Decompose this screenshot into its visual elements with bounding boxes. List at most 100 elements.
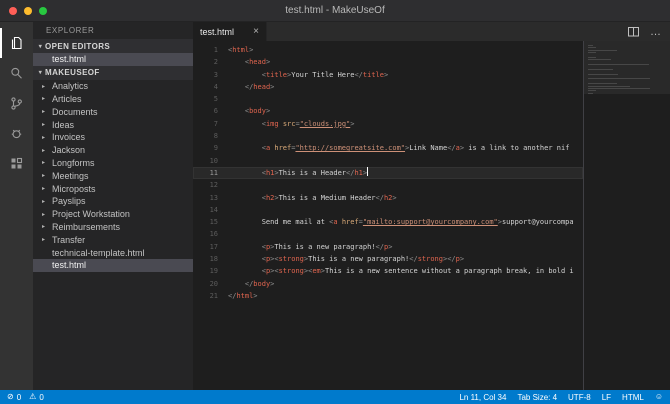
line-number: 16	[193, 228, 228, 240]
code-token: title	[266, 71, 287, 79]
section-label: MAKEUSEOF	[45, 68, 100, 77]
activity-bar-item-source-control[interactable]	[0, 88, 33, 118]
feedback-icon[interactable]: ☺	[655, 393, 663, 401]
code-token: This is a new paragraph!	[274, 243, 375, 251]
code-token: href	[342, 218, 359, 226]
item-label: Longforms	[52, 158, 95, 168]
code-text: <p><strong>This is a new paragraph!</str…	[228, 253, 464, 265]
code-line[interactable]: 9 <a href="http://somegreatsite.com">Lin…	[193, 142, 583, 154]
code-token	[228, 243, 262, 251]
activity-bar-item-debug[interactable]	[0, 118, 33, 148]
chevron-right-icon: ▸	[42, 147, 52, 154]
code-line[interactable]: 5	[193, 93, 583, 105]
tree-file[interactable]: technical-template.html	[33, 246, 193, 259]
debug-icon	[9, 126, 24, 141]
activity-bar-item-explorer[interactable]	[0, 28, 33, 58]
code-editor[interactable]: 1<html>2 <head>3 <title>Your Title Here<…	[193, 41, 583, 390]
tree-folder[interactable]: ▸Longforms	[33, 157, 193, 170]
section-header[interactable]: ▾MAKEUSEOF	[33, 66, 193, 80]
activity-bar-item-extensions[interactable]	[0, 148, 33, 178]
code-token: "clouds.jpg"	[300, 120, 351, 128]
indent-spacer	[42, 250, 52, 256]
code-line[interactable]: 3 <title>Your Title Here</title>	[193, 69, 583, 81]
tree-file[interactable]: test.html	[33, 259, 193, 272]
tree-file[interactable]: test.html	[33, 53, 193, 66]
warning-indicator[interactable]: ⚠ 0	[29, 393, 44, 402]
tree-folder[interactable]: ▸Articles	[33, 93, 193, 106]
code-token: src	[283, 120, 296, 128]
code-line[interactable]: 13 <h2>This is a Medium Header</h2>	[193, 192, 583, 204]
minimap-line	[588, 69, 613, 70]
item-label: Jackson	[52, 145, 85, 155]
code-line[interactable]: 11 <h1>This is a Header</h1>	[193, 167, 583, 179]
tree-folder[interactable]: ▸Payslips	[33, 195, 193, 208]
code-line[interactable]: 14	[193, 204, 583, 216]
code-text: </head>	[228, 81, 274, 93]
extensions-icon	[9, 156, 24, 171]
tree-folder[interactable]: ▸Meetings	[33, 169, 193, 182]
code-token: body	[249, 107, 266, 115]
minimize-button[interactable]	[24, 7, 32, 15]
code-token: body	[253, 280, 270, 288]
code-line[interactable]: 17 <p>This is a new paragraph!</p>	[193, 241, 583, 253]
code-line[interactable]: 15 Send me mail at <a href="mailto:suppo…	[193, 216, 583, 228]
line-number: 8	[193, 130, 228, 142]
code-line[interactable]: 2 <head>	[193, 56, 583, 68]
code-line[interactable]: 18 <p><strong>This is a new paragraph!</…	[193, 253, 583, 265]
tree-folder[interactable]: ▸Invoices	[33, 131, 193, 144]
more-actions-icon[interactable]: …	[650, 28, 661, 36]
status-item-encoding[interactable]: UTF-8	[568, 393, 591, 402]
code-line[interactable]: 4 </head>	[193, 81, 583, 93]
code-line[interactable]: 20 </body>	[193, 278, 583, 290]
code-token: >	[270, 83, 274, 91]
code-token: >	[388, 243, 392, 251]
item-label: Reimbursements	[52, 222, 120, 232]
split-editor-icon[interactable]	[627, 25, 640, 38]
code-line[interactable]: 12	[193, 179, 583, 191]
minimap[interactable]	[583, 41, 670, 390]
line-number: 20	[193, 278, 228, 290]
code-line[interactable]: 21</html>	[193, 290, 583, 302]
item-label: Analytics	[52, 81, 88, 91]
tab-test-html[interactable]: test.html ×	[193, 22, 267, 41]
code-token: strong	[279, 255, 304, 263]
code-text: <html>	[228, 44, 253, 56]
code-line[interactable]: 19 <p><strong><em>This is a new sentence…	[193, 265, 583, 277]
status-item-eol[interactable]: LF	[602, 393, 611, 402]
minimap-line	[588, 45, 593, 46]
chevron-down-icon: ▾	[36, 69, 45, 76]
status-right: Ln 11, Col 34 Tab Size: 4 UTF-8 LF HTML ☺	[459, 393, 663, 402]
zoom-button[interactable]	[39, 7, 47, 15]
code-line[interactable]: 7 <img src="clouds.jpg">	[193, 118, 583, 130]
window-controls	[0, 7, 47, 15]
chevron-down-icon: ▾	[36, 43, 45, 50]
code-line[interactable]: 16	[193, 228, 583, 240]
status-item-language-mode[interactable]: HTML	[622, 393, 644, 402]
indent-spacer	[42, 262, 52, 268]
tree-folder[interactable]: ▸Jackson	[33, 144, 193, 157]
tree-folder[interactable]: ▸Reimbursements	[33, 221, 193, 234]
tree-folder[interactable]: ▸Transfer	[33, 233, 193, 246]
code-line[interactable]: 1<html>	[193, 44, 583, 56]
item-label: test.html	[52, 54, 86, 64]
tree-folder[interactable]: ▸Project Workstation	[33, 208, 193, 221]
search-icon	[9, 66, 24, 81]
tree-folder[interactable]: ▸Ideas	[33, 118, 193, 131]
tree-folder[interactable]: ▸Microposts	[33, 182, 193, 195]
error-indicator[interactable]: ⊘ 0	[7, 393, 21, 402]
section-header[interactable]: ▾OPEN EDITORS	[33, 39, 193, 53]
tree-folder[interactable]: ▸Documents	[33, 105, 193, 118]
code-token	[228, 58, 245, 66]
close-button[interactable]	[9, 7, 17, 15]
tab-close-icon[interactable]: ×	[253, 27, 259, 37]
line-number: 1	[193, 44, 228, 56]
code-line[interactable]: 6 <body>	[193, 105, 583, 117]
code-line[interactable]: 8	[193, 130, 583, 142]
tree-folder[interactable]: ▸Analytics	[33, 80, 193, 93]
activity-bar-item-search[interactable]	[0, 58, 33, 88]
minimap-line	[588, 52, 596, 53]
status-item-tab-size[interactable]: Tab Size: 4	[517, 393, 557, 402]
code-line[interactable]: 10	[193, 155, 583, 167]
line-number: 2	[193, 56, 228, 68]
status-item-cursor-position[interactable]: Ln 11, Col 34	[459, 393, 506, 402]
